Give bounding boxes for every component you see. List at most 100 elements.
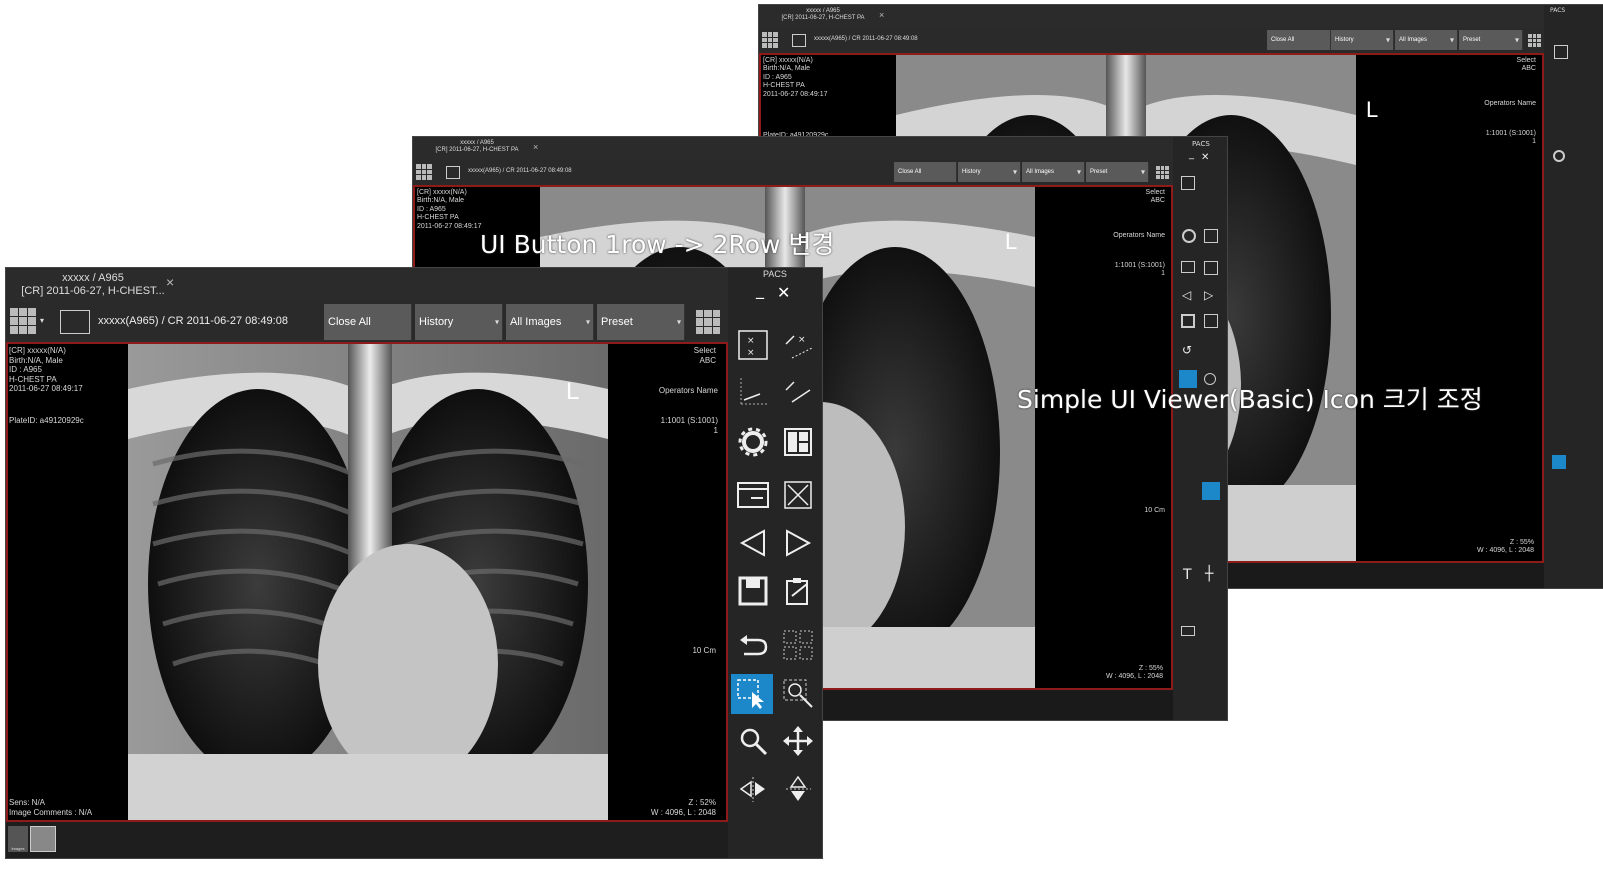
close-all-button[interactable]: Close All [1267, 30, 1331, 50]
series-icon[interactable] [792, 34, 806, 47]
all-images-dropdown[interactable]: All Images ▾ [506, 304, 594, 340]
close-box-icon[interactable] [1204, 261, 1218, 275]
all-images-label: All Images [1399, 37, 1428, 43]
close-tab-icon[interactable]: × [166, 274, 174, 290]
chevron-down-icon: ▾ [1012, 167, 1017, 177]
series-icon[interactable] [60, 310, 90, 334]
tool-icon-1[interactable] [1554, 45, 1568, 59]
preset-dropdown[interactable]: Preset ▾ [1086, 162, 1149, 182]
panel-title: PACS [1550, 7, 1566, 14]
cobb-angle-icon[interactable] [780, 374, 816, 408]
fit-icon[interactable] [1181, 176, 1195, 190]
angle-tool-icon[interactable] [736, 374, 770, 408]
plate-id: PlateID: a49120929c [9, 416, 84, 425]
close-tab-icon[interactable]: × [879, 10, 884, 20]
print-icon[interactable] [1181, 626, 1195, 636]
layout-grid-icon[interactable] [10, 308, 36, 334]
next-image-icon[interactable] [780, 526, 816, 560]
all-images-dropdown[interactable]: All Images ▾ [1022, 162, 1085, 182]
tab-subtitle: [CR] 2011-06-27, H-CHEST PA [781, 14, 865, 21]
report-edit-icon[interactable] [780, 574, 816, 608]
side-marker: L [566, 378, 580, 405]
crosshair-icon[interactable]: ┼ [1205, 566, 1213, 582]
gear-icon[interactable] [1182, 229, 1196, 243]
measure-line-icon[interactable]: × [780, 328, 816, 362]
patient-info: [CR] xxxxx(N/A) Birth:N/A, Male ID : A96… [417, 189, 482, 230]
layout-dropdown-icon[interactable]: ▾ [40, 316, 44, 325]
toolbar: xxxxx(A965) / CR 2011-06-27 08:49:08 Clo… [759, 28, 1544, 53]
grid-view-icon[interactable] [1528, 34, 1541, 47]
gear-icon[interactable] [1553, 150, 1565, 162]
prev-icon[interactable]: ◁ [1182, 288, 1191, 302]
gear-icon[interactable] [736, 425, 770, 459]
images-thumb-label: Images [11, 846, 25, 851]
operators-name: Operators Name [1484, 100, 1536, 107]
series-info: xxxxx(A965) / CR 2011-06-27 08:49:08 [468, 168, 572, 174]
study-tab[interactable]: xxxxx / A965 [CR] 2011-06-27, H-CHEST PA… [763, 8, 884, 22]
save-icon[interactable] [736, 574, 770, 608]
close-tab-icon[interactable]: × [533, 142, 538, 152]
grid-view-icon[interactable] [1156, 166, 1169, 179]
chevron-down-icon: ▾ [1514, 35, 1519, 45]
chevron-down-icon: ▾ [676, 317, 681, 327]
layout-grid-icon[interactable] [762, 32, 778, 48]
all-images-dropdown[interactable]: All Images ▾ [1395, 30, 1458, 50]
panel-close-icon[interactable]: ✕ [1201, 152, 1209, 163]
save-icon[interactable] [1181, 314, 1195, 328]
svg-text:×: × [747, 348, 755, 358]
panel-minimize-icon[interactable]: _ [756, 280, 764, 299]
history-dropdown[interactable]: History ▾ [415, 304, 503, 340]
flip-horizontal-icon[interactable] [736, 772, 770, 806]
report-icon[interactable] [1204, 314, 1218, 328]
image-comments: Sens: N/A Image Comments : N/A [9, 798, 93, 817]
study-tab[interactable]: xxxxx / A965 [CR] 2011-06-27, H-CHEST PA… [417, 140, 538, 154]
series-export-icon[interactable] [736, 478, 770, 512]
text-tool-icon[interactable]: T [1183, 567, 1192, 583]
series-icon[interactable] [1181, 261, 1195, 273]
undo-icon[interactable] [736, 628, 770, 662]
zoom-icon[interactable] [736, 724, 770, 758]
study-tab[interactable]: xxxxx / A965 [CR] 2011-06-27, H-CHEST...… [8, 272, 178, 297]
layout-grid-icon[interactable] [416, 164, 432, 180]
images-thumb-button[interactable]: Images [8, 826, 28, 852]
preset-dropdown[interactable]: Preset ▾ [1459, 30, 1523, 50]
series-icon[interactable] [446, 166, 460, 179]
select-region-icon[interactable] [731, 674, 773, 714]
annotation-icon-size-change: Simple UI Viewer(Basic) Icon 크기 조정 [1017, 385, 1483, 414]
active-tool-icon[interactable] [1202, 482, 1220, 500]
select-label: Select ABC [1145, 189, 1165, 205]
pan-icon[interactable] [780, 724, 816, 758]
next-icon[interactable]: ▷ [1204, 288, 1213, 302]
patient-info: [CR] xxxxx(N/A) Birth:N/A, Male ID : A96… [763, 57, 828, 98]
previous-image-icon[interactable] [736, 526, 770, 560]
image-index: 1:1001 (S:1001) 1 [660, 416, 718, 435]
xray-thumbnail[interactable] [30, 826, 56, 852]
tab-title: xxxxx / A965 [806, 8, 840, 14]
close-image-icon[interactable] [780, 478, 816, 512]
image-index: 1:1001 (S:1001) 1 [1114, 262, 1165, 278]
close-all-button[interactable]: Close All [324, 304, 412, 340]
preset-dropdown[interactable]: Preset ▾ [597, 304, 685, 340]
zoom-window-level: Z : 55% W : 4096, L : 2048 [1477, 539, 1534, 555]
tab-bar: xxxxx / A965 [CR] 2011-06-27, H-CHEST PA… [759, 5, 1603, 28]
annotation-ui-button-change: UI Button 1row -> 2Row 변경 [480, 230, 835, 259]
history-dropdown[interactable]: History ▾ [1331, 30, 1394, 50]
grid-view-icon[interactable] [696, 310, 720, 334]
panel-close-icon[interactable]: ✕ [777, 283, 790, 302]
flip-vertical-icon[interactable] [780, 772, 816, 806]
history-dropdown[interactable]: History ▾ [958, 162, 1021, 182]
operators-name: Operators Name [658, 386, 718, 395]
image-viewport[interactable]: [CR] xxxxx(N/A) Birth:N/A, Male ID : A96… [6, 342, 728, 822]
close-all-button[interactable]: Close All [894, 162, 957, 182]
roi-magnifier-icon[interactable] [780, 676, 816, 712]
undo-icon[interactable]: ↺ [1182, 343, 1192, 357]
layout-icon[interactable] [780, 425, 816, 459]
select-tool-icon[interactable] [1552, 455, 1566, 469]
tab-subtitle: [CR] 2011-06-27, H-CHEST PA [435, 146, 519, 153]
layout-icon[interactable] [1204, 229, 1218, 243]
tab-title: xxxxx / A965 [62, 272, 124, 284]
panel-minimize-icon[interactable]: _ [1189, 149, 1194, 160]
svg-text:×: × [747, 336, 755, 346]
fit-window-icon[interactable]: × × [736, 328, 770, 362]
multi-frame-icon[interactable] [780, 628, 816, 662]
